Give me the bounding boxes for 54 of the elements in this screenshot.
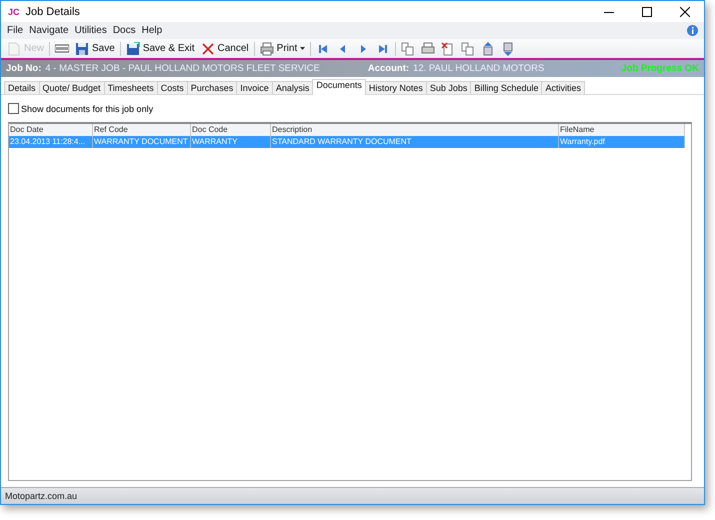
checkbox-label: Show documents for this job only	[21, 104, 154, 114]
menu-item[interactable]: Docs	[110, 25, 140, 36]
tab[interactable]: Documents	[312, 79, 366, 95]
tab[interactable]: Billing Schedule	[470, 81, 542, 94]
table-cell: WARRANTY DOCUMENT	[93, 136, 191, 148]
tab[interactable]: Sub Jobs	[426, 81, 472, 94]
close-icon	[680, 6, 690, 16]
menu-item[interactable]: File	[5, 25, 28, 36]
cross-icon	[200, 42, 215, 56]
upload-icon	[481, 42, 496, 56]
tab[interactable]: Costs	[156, 81, 188, 94]
column-header[interactable]: Doc Date	[9, 124, 93, 136]
column-header[interactable]: FileName	[559, 124, 685, 136]
tab[interactable]: Purchases	[186, 81, 238, 94]
printer-icon	[421, 42, 436, 56]
menu-item[interactable]: Utilities	[72, 25, 111, 36]
caret-icon	[300, 47, 306, 50]
copy-icon	[401, 42, 416, 56]
table-cell: Warranty.pdf	[559, 136, 685, 148]
floppy-disk-button[interactable]: Save	[72, 40, 118, 57]
printer-icon	[260, 42, 274, 56]
printer-button[interactable]: Print	[256, 40, 308, 57]
tab[interactable]: Timesheets	[104, 81, 158, 94]
cross-button[interactable]: Cancel	[198, 40, 252, 57]
tab[interactable]: Analysis	[272, 81, 314, 94]
table-cell: 23.04.2013 11:28:4...	[9, 136, 93, 148]
table-cell: STANDARD WARRANTY DOCUMENT	[271, 136, 559, 148]
delete-document-icon	[441, 42, 456, 56]
column-header[interactable]: Doc Code	[191, 124, 271, 136]
tab[interactable]: History Notes	[364, 81, 427, 94]
window-title: Job Details	[26, 6, 80, 18]
download-icon	[501, 42, 516, 56]
job-title: 4 - MASTER JOB - PAUL HOLLAND MOTORS FLEET SERVICE	[45, 63, 320, 74]
tab[interactable]: Invoice	[236, 81, 273, 94]
menu-item[interactable]: Navigate	[27, 25, 73, 36]
menu-item[interactable]: Help	[140, 25, 166, 36]
page-icon	[7, 42, 21, 56]
field-label: Job No:	[6, 63, 42, 74]
table-cell: WARRANTY	[191, 136, 271, 148]
account-name: 12. PAUL HOLLAND MOTORS	[413, 63, 544, 74]
status-text: Motopartz.com.au	[5, 491, 78, 501]
tab[interactable]: Details	[4, 81, 40, 94]
checkbox[interactable]	[8, 103, 19, 114]
tab[interactable]: Activities	[541, 81, 585, 94]
copy-icon	[461, 42, 476, 56]
floppy-disk-button[interactable]: Save & Exit	[122, 40, 198, 57]
field-label: Account:	[368, 63, 410, 74]
column-header[interactable]: Description	[271, 124, 559, 136]
tab[interactable]: Quote/ Budget	[38, 81, 105, 94]
status-text: Job Progress OK	[621, 63, 699, 74]
maximize-icon	[642, 6, 652, 16]
app-logo: JC	[8, 6, 20, 16]
column-header[interactable]: Ref Code	[93, 124, 191, 136]
info-icon[interactable]	[687, 25, 698, 36]
